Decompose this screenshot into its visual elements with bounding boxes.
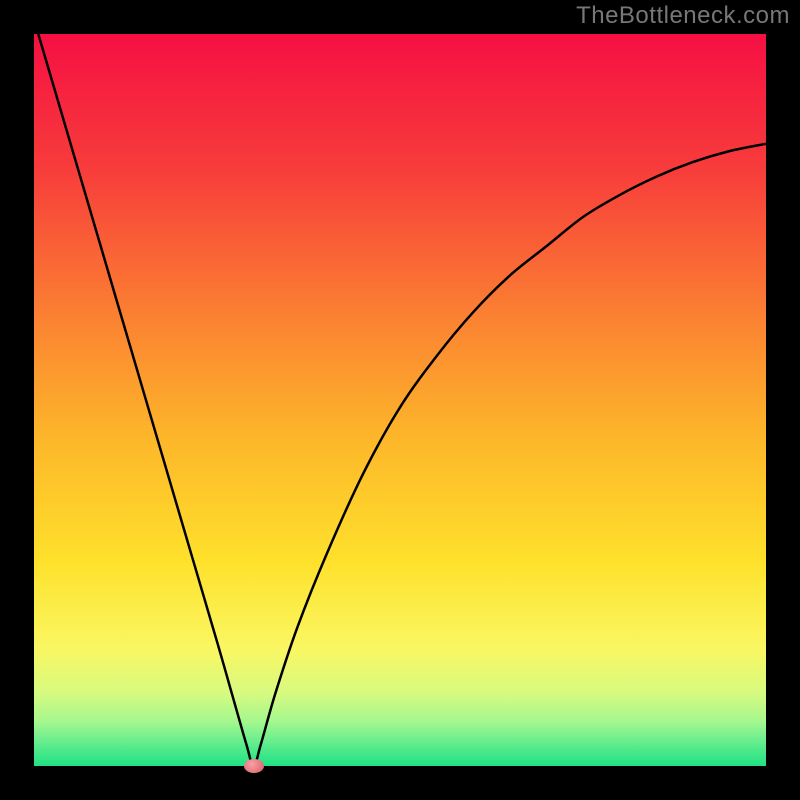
minimum-marker	[244, 759, 264, 773]
curve-svg	[34, 34, 766, 766]
chart-container: TheBottleneck.com	[0, 0, 800, 800]
watermark-text: TheBottleneck.com	[576, 2, 790, 30]
plot-area	[34, 34, 766, 766]
bottleneck-curve-path	[34, 19, 766, 766]
